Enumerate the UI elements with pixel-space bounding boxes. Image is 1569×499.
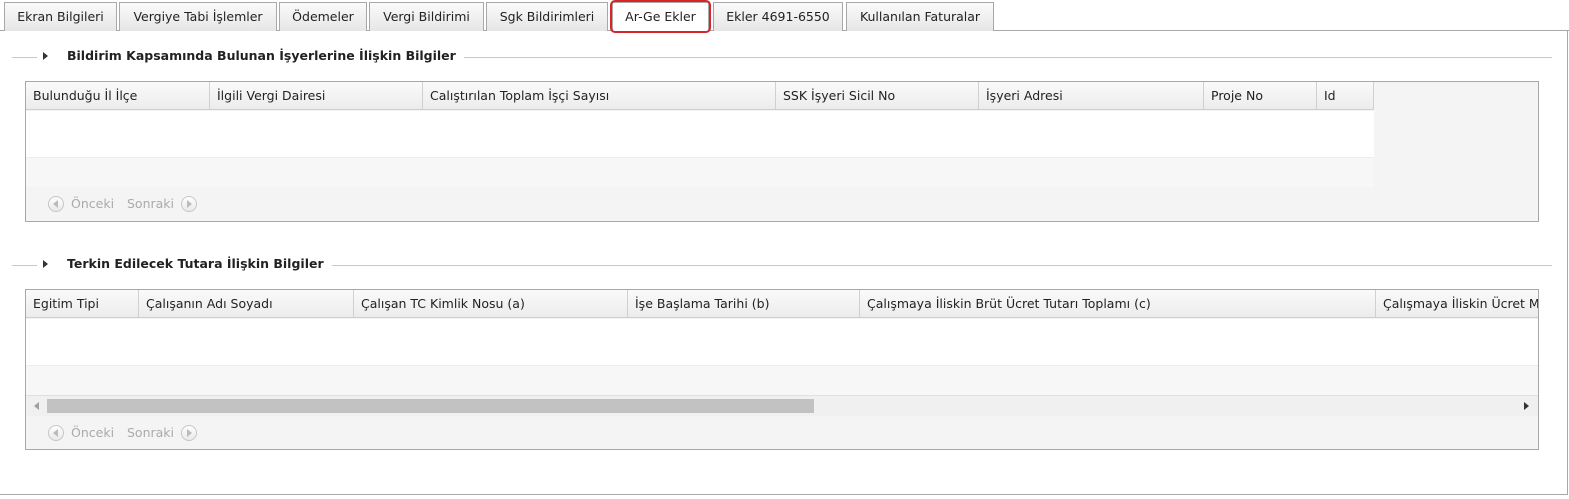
section-header-isyerleri[interactable]: Bildirim Kapsamında Bulunan İşyerlerine … [12,48,1552,66]
expand-triangle-icon[interactable] [43,52,48,60]
scroll-right-icon[interactable] [1524,402,1529,410]
column-header-calisan-adi-soyadi[interactable]: Çalışanın Adı Soyadı [139,290,354,318]
tab-kullanilan-faturalar[interactable]: Kullanılan Faturalar [846,2,994,31]
column-header-ise-baslama-tarihi[interactable]: İşe Başlama Tarihi (b) [628,290,860,318]
section-title: Terkin Edilecek Tutara İlişkin Bilgiler [67,256,332,271]
section-header-terkin[interactable]: Terkin Edilecek Tutara İlişkin Bilgiler [12,256,1552,274]
tab-vergiye-tabi-islemler[interactable]: Vergiye Tabi İşlemler [119,2,277,31]
column-header-vergi-dairesi[interactable]: İlgili Vergi Dairesi [210,82,423,110]
grid-body-empty [26,319,1538,365]
column-header-id[interactable]: Id [1317,82,1374,110]
section-rule-left [12,57,37,58]
column-header-egitim-tipi[interactable]: Egitim Tipi [26,290,139,318]
grid-header: Egitim Tipi Çalışanın Adı Soyadı Çalışan… [26,290,1538,318]
tab-sgk-bildirimleri[interactable]: Sgk Bildirimleri [486,2,608,31]
column-header-ssk-sicil-no[interactable]: SSK İşyeri Sicil No [776,82,979,110]
next-page-button[interactable]: Sonraki [127,196,174,211]
column-header-isyeri-adresi[interactable]: İşyeri Adresi [979,82,1204,110]
previous-page-icon[interactable] [48,425,64,441]
tab-ekran-bilgileri[interactable]: Ekran Bilgileri [4,2,117,31]
section-title: Bildirim Kapsamında Bulunan İşyerlerine … [67,48,464,63]
column-header-isci-sayisi[interactable]: Calıştırılan Toplam İşçi Sayısı [423,82,776,110]
horizontal-scrollbar[interactable] [26,395,1538,416]
previous-page-icon[interactable] [48,196,64,212]
column-header-ucret[interactable]: Çalışmaya İliskin Ücret M [1376,290,1538,318]
grid-body-stripe [26,157,1374,187]
grid-header: Bulunduğu İl İlçe İlgili Vergi Dairesi C… [26,82,1374,110]
active-tab-highlight [610,0,711,33]
column-header-il-ilce[interactable]: Bulunduğu İl İlçe [26,82,210,110]
grid-body-empty [26,111,1374,157]
tab-ekler-4691-6550[interactable]: Ekler 4691-6550 [713,2,843,31]
next-page-icon[interactable] [181,425,197,441]
terkin-grid: Egitim Tipi Çalışanın Adı Soyadı Çalışan… [25,289,1539,450]
next-page-button[interactable]: Sonraki [127,425,174,440]
grid-body-stripe [26,365,1538,395]
isyerleri-grid: Bulunduğu İl İlçe İlgili Vergi Dairesi C… [25,81,1539,222]
tab-vergi-bildirimi[interactable]: Vergi Bildirimi [369,2,484,31]
tab-bar: Ekran Bilgileri Vergiye Tabi İşlemler Öd… [0,0,1569,33]
scroll-left-icon[interactable] [34,402,39,410]
previous-page-button[interactable]: Önceki [71,196,114,211]
tab-odemeler[interactable]: Ödemeler [279,2,367,31]
expand-triangle-icon[interactable] [43,260,48,268]
column-header-proje-no[interactable]: Proje No [1204,82,1317,110]
column-header-brut-ucret-toplami[interactable]: Çalışmaya İliskin Brüt Ücret Tutarı Topl… [860,290,1376,318]
previous-page-button[interactable]: Önceki [71,425,114,440]
column-header-tc-kimlik-no[interactable]: Çalışan TC Kimlik Nosu (a) [354,290,628,318]
scrollbar-thumb[interactable] [47,399,814,413]
next-page-icon[interactable] [181,196,197,212]
section-rule-left [12,265,37,266]
